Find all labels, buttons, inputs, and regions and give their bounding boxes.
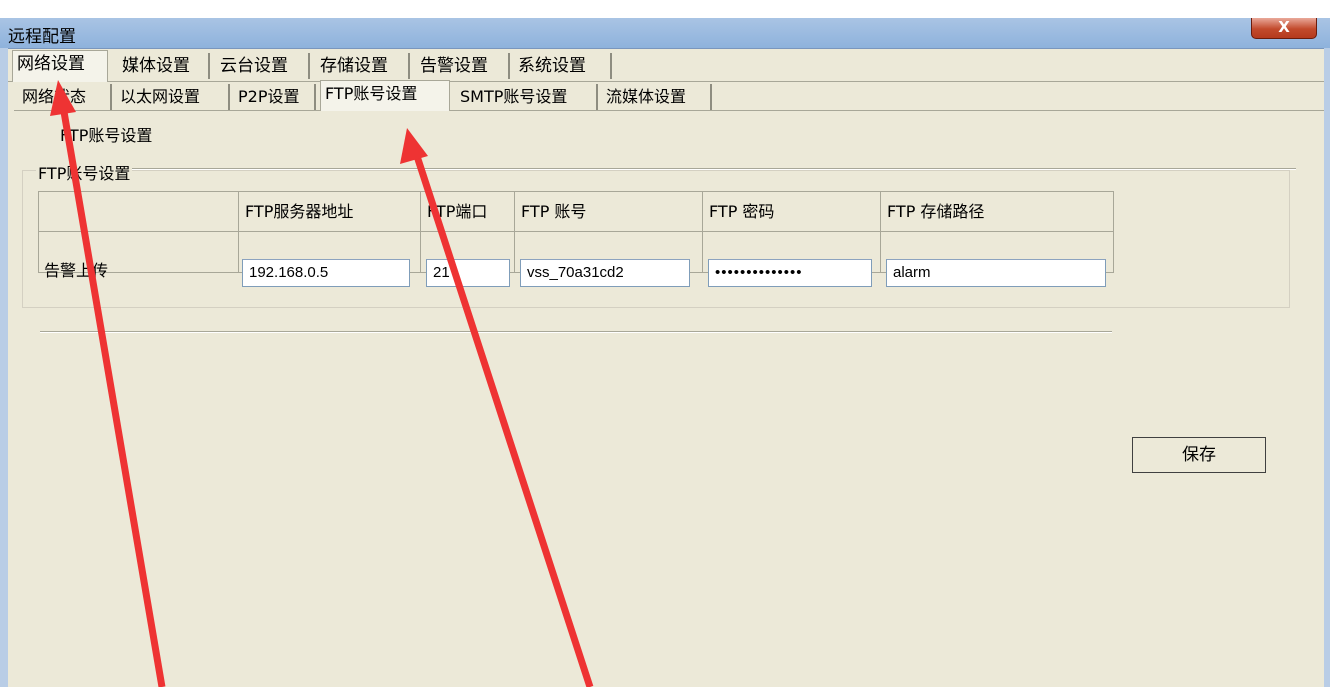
arrow-head xyxy=(50,80,76,116)
arrow-to-network-tab xyxy=(50,80,166,687)
annotation-arrows xyxy=(50,80,594,687)
arrow-to-ftp-subtab xyxy=(400,128,594,687)
arrow-shaft xyxy=(58,99,166,687)
arrow-head xyxy=(400,128,428,164)
arrow-shaft xyxy=(411,148,594,687)
